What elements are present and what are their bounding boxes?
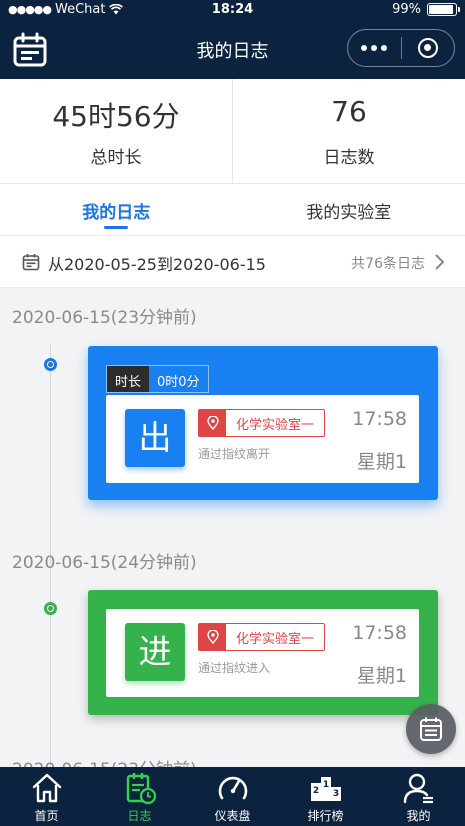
miniprogram-capsule (347, 29, 455, 67)
stat-value: 45时56分 (52, 100, 180, 133)
enter-badge: 进 (125, 623, 185, 681)
location-tag: 化学实验室一 (198, 409, 325, 437)
entry-weekday: 星期1 (356, 665, 407, 687)
user-icon (403, 773, 433, 804)
chevron-right-icon (435, 254, 445, 270)
tab-my-logs[interactable]: 我的日志 (0, 184, 233, 235)
exit-badge: 出 (125, 409, 185, 467)
duration-tag: 时长 0时0分 (106, 365, 209, 393)
status-bar: ●●●●● WeChat 18:24 99% (0, 0, 465, 20)
timeline-dot (44, 602, 57, 615)
entry-time: 17:58 (352, 408, 407, 430)
entry-time: 17:58 (352, 622, 407, 644)
log-card-exit[interactable]: 时长 0时0分 出 化学实验室一 通过指纹离开 17:58 星期1 (88, 346, 438, 500)
log-card-body: 进 化学实验室一 通过指纹进入 17:58 星期1 (106, 609, 419, 697)
more-button[interactable] (348, 30, 401, 66)
log-card-body: 出 化学实验室一 通过指纹离开 17:58 星期1 (106, 395, 419, 483)
tabbar-item-ranking[interactable]: 1 2 3 排行榜 (279, 767, 372, 826)
calendar-icon (22, 254, 40, 271)
timeline-dot (44, 358, 57, 371)
tabbar-label: 排行榜 (307, 809, 344, 823)
tabbar-item-dashboard[interactable]: 仪表盘 (186, 767, 279, 826)
entry-date: 2020-06-15(23分钟前) (12, 755, 197, 767)
notebook-icon (420, 717, 442, 741)
tabbar-item-home[interactable]: 首页 (0, 767, 93, 826)
entry-description: 通过指纹进入 (198, 661, 271, 675)
tabbar-label: 首页 (34, 809, 59, 823)
location-tag: 化学实验室一 (198, 623, 325, 651)
duration-key: 时长 (107, 366, 150, 392)
log-card-entry[interactable]: 进 化学实验室一 通过指纹进入 17:58 星期1 (88, 590, 438, 715)
battery-percent: 99% (392, 2, 421, 17)
location-pin-icon (199, 624, 226, 650)
stats-panel: 45时56分 总时长 76 日志数 (0, 79, 465, 184)
nav-bar: 我的日志 (0, 20, 465, 79)
stat-log-count: 76 日志数 (232, 79, 465, 183)
stat-total-duration: 45时56分 总时长 (0, 79, 232, 183)
ranking-icon: 1 2 3 (310, 777, 341, 801)
date-range-row[interactable]: 从2020-05-25到2020-06-15 共76条日志 (0, 236, 465, 288)
location-name: 化学实验室一 (235, 631, 314, 647)
tab-bar: 我的日志 我的实验室 (0, 184, 465, 236)
svg-text:1: 1 (322, 780, 328, 790)
entry-weekday: 星期1 (356, 451, 407, 473)
log-icon (126, 773, 156, 805)
floating-log-button[interactable] (406, 704, 456, 754)
bottom-tab-bar: 首页 日志 仪表盘 1 2 3 排行榜 我的 (0, 767, 465, 826)
svg-text:2: 2 (312, 786, 318, 796)
tabbar-label: 仪表盘 (214, 809, 251, 823)
close-miniprogram-button[interactable] (402, 30, 455, 66)
log-count-text: 共76条日志 (351, 256, 425, 272)
tabbar-label: 我的 (406, 809, 431, 823)
entry-description: 通过指纹离开 (198, 447, 271, 461)
location-name: 化学实验室一 (235, 417, 314, 433)
log-timeline: 2020-06-15(23分钟前) 时长 0时0分 出 化学实验室一 通过指纹离… (0, 289, 465, 767)
entry-date: 2020-06-15(23分钟前) (12, 308, 197, 328)
battery-icon (427, 3, 460, 16)
tabbar-label: 日志 (127, 809, 152, 823)
more-icon (361, 45, 388, 51)
date-range-text: 从2020-05-25到2020-06-15 (48, 255, 266, 274)
target-icon (417, 38, 438, 58)
svg-text:3: 3 (332, 789, 338, 799)
stat-label: 总时长 (90, 148, 142, 168)
tab-my-labs[interactable]: 我的实验室 (233, 184, 465, 235)
duration-value: 0时0分 (157, 375, 200, 390)
tabbar-item-mine[interactable]: 我的 (372, 767, 465, 826)
entry-date: 2020-06-15(24分钟前) (12, 553, 197, 573)
location-pin-icon (199, 410, 226, 436)
stat-label: 日志数 (323, 148, 375, 168)
tabbar-item-log[interactable]: 日志 (93, 767, 186, 826)
stat-value: 76 (331, 95, 367, 128)
gauge-icon (218, 776, 247, 800)
home-icon (32, 773, 61, 803)
